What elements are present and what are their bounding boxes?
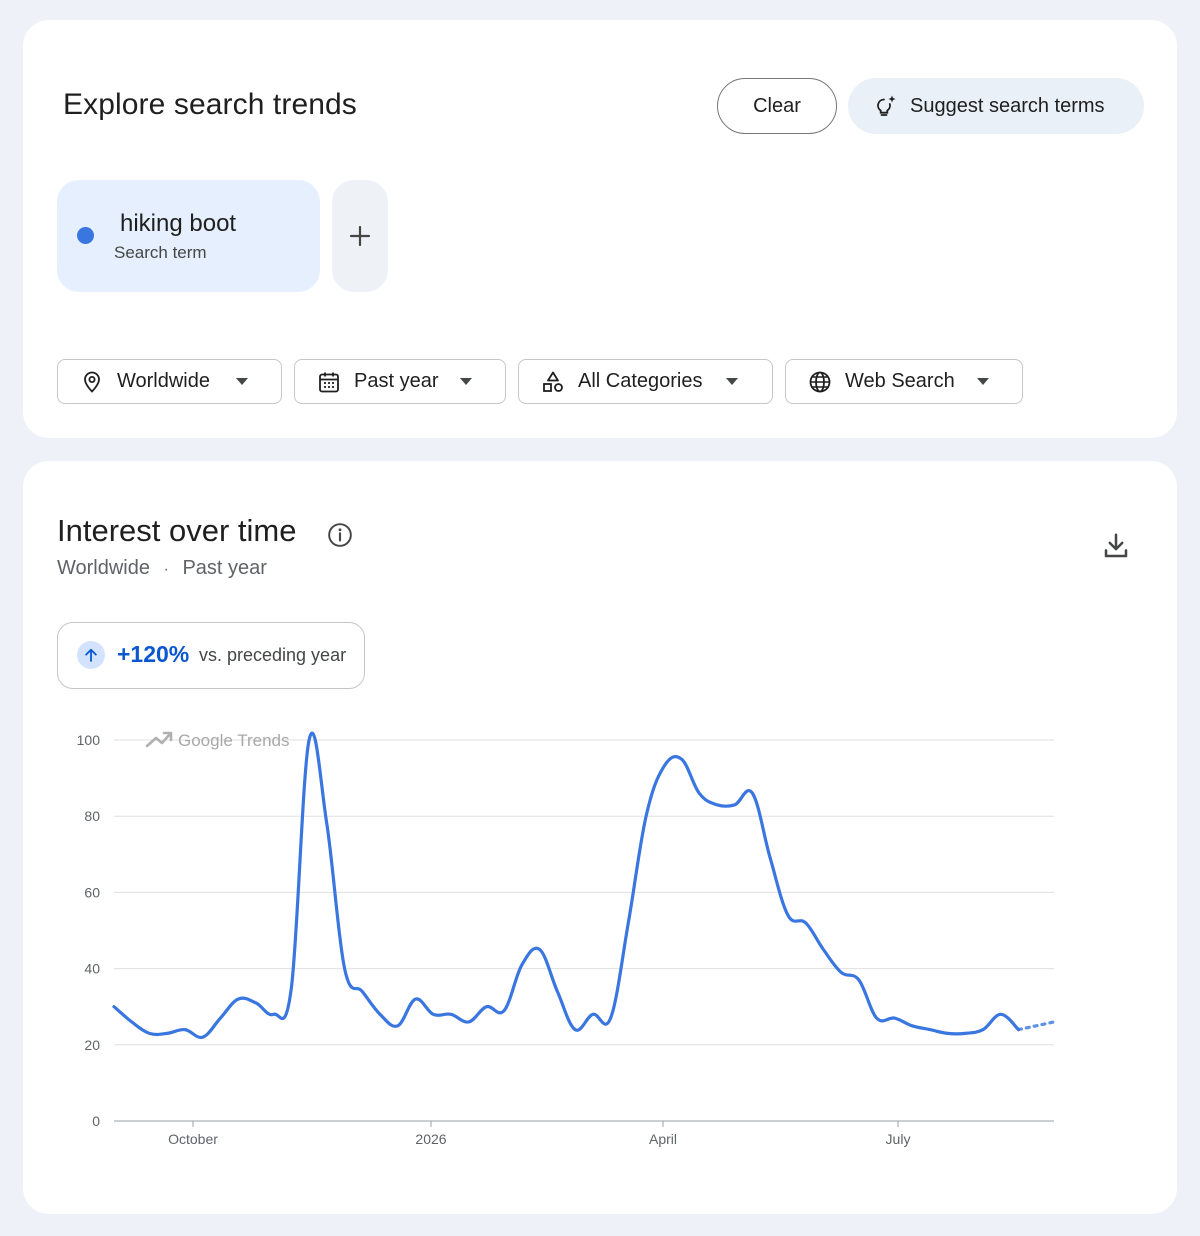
clear-button[interactable]: Clear [717, 78, 837, 134]
page-title: Explore search trends [63, 88, 357, 121]
chevron-down-icon [726, 378, 738, 385]
plus-icon [349, 225, 371, 247]
term-color-dot [77, 227, 94, 244]
x-tick-label: April [649, 1131, 677, 1147]
globe-icon [809, 371, 831, 393]
y-tick-label: 60 [84, 884, 100, 900]
calendar-icon [319, 372, 339, 393]
y-axis-ticks: 0 20 40 60 80 100 [77, 732, 101, 1129]
time-range-filter-dropdown[interactable]: Past year [294, 359, 506, 404]
sparkle-lightbulb-icon [877, 95, 896, 116]
categories-icon [543, 371, 563, 392]
interest-line-chart: 0 20 40 60 80 100 October 2026 April July Google… [77, 731, 1056, 1147]
location-filter-label: Worldwide [117, 370, 210, 392]
search-type-filter-dropdown[interactable]: Web Search [785, 359, 1023, 404]
location-filter-dropdown[interactable]: Worldwide [57, 359, 282, 404]
location-pin-icon [84, 371, 100, 393]
y-tick-label: 100 [77, 732, 101, 748]
time-range-filter-label: Past year [354, 370, 439, 392]
term-type: Search term [114, 243, 207, 262]
x-tick-label: October [168, 1131, 218, 1147]
watermark-text: Google Trends [178, 731, 290, 750]
chevron-down-icon [236, 378, 248, 385]
chevron-down-icon [460, 378, 472, 385]
x-axis-ticks: October 2026 April July [168, 1121, 910, 1147]
category-filter-label: All Categories [578, 370, 703, 392]
series-line [112, 731, 1021, 1040]
series-line-partial [1016, 1020, 1056, 1032]
y-tick-label: 80 [84, 808, 100, 824]
term-name: hiking boot [120, 210, 237, 237]
search-term-chip[interactable]: hiking boot Search term [57, 180, 320, 292]
search-type-filter-label: Web Search [845, 370, 955, 392]
suggest-label: Suggest search terms [910, 94, 1105, 117]
chart-gridlines [114, 739, 1054, 1122]
y-tick-label: 40 [84, 961, 100, 977]
add-term-button[interactable] [332, 180, 388, 292]
chart-series [112, 731, 1056, 1040]
y-tick-label: 20 [84, 1037, 100, 1053]
chevron-down-icon [977, 378, 989, 385]
y-tick-label: 0 [92, 1113, 100, 1129]
interest-over-time-card: Interest over time Worldwide · Past year… [23, 461, 1177, 1214]
explore-card: Explore search trends Clear Suggest sear… [23, 20, 1177, 438]
suggest-search-terms-button[interactable]: Suggest search terms [848, 78, 1144, 134]
x-tick-label: July [886, 1131, 911, 1147]
category-filter-dropdown[interactable]: All Categories [518, 359, 773, 404]
x-tick-label: 2026 [415, 1131, 446, 1147]
